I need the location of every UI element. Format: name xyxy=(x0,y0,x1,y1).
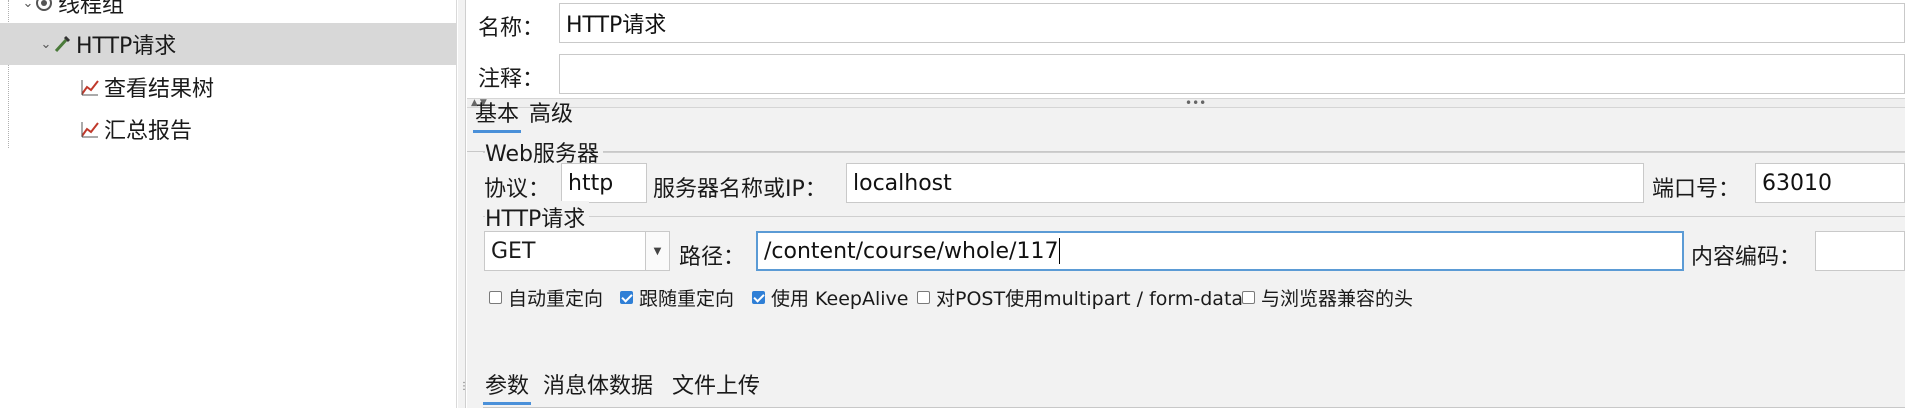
checkbox-label: 使用 KeepAlive xyxy=(771,288,909,310)
chevron-down-icon[interactable]: ⌄ xyxy=(40,37,52,52)
tree-item-label: 汇总报告 xyxy=(104,119,193,144)
checkbox-label: 对POST使用multipart / form-data xyxy=(936,288,1244,310)
http-request-group-rule xyxy=(483,216,1905,217)
checkbox-box[interactable] xyxy=(620,291,633,304)
tree-item-label: 查看结果树 xyxy=(104,77,215,102)
tab-body-data[interactable]: 消息体数据 xyxy=(543,368,653,400)
tab-parameters[interactable]: 参数 xyxy=(483,368,532,405)
path-value: /content/course/whole/117 xyxy=(764,238,1059,264)
config-area: 基本 高级 Web服务器 协议： http 服务器名称或IP： localhos… xyxy=(467,102,1905,408)
protocol-field[interactable]: http xyxy=(561,163,647,203)
server-name-label: 服务器名称或IP： xyxy=(653,177,827,202)
split-divider[interactable]: ▲▼ ••• xyxy=(467,96,1905,110)
comment-label: 注释： xyxy=(478,67,545,92)
tree-item-http-request[interactable]: ⌄ HTTP请求 xyxy=(0,23,456,65)
tree-item-summary-report[interactable]: 汇总报告 xyxy=(80,108,192,150)
checkbox-follow-redirect[interactable]: 跟随重定向 xyxy=(620,284,734,311)
checkbox-label: 与浏览器兼容的头 xyxy=(1261,288,1414,310)
method-value: GET xyxy=(491,238,536,264)
tree-item-label: 线程组 xyxy=(58,0,125,18)
chevron-down-icon[interactable]: ⌄ xyxy=(22,0,34,11)
thread-group-icon xyxy=(34,0,54,13)
server-name-field[interactable]: localhost xyxy=(846,163,1644,203)
name-field[interactable]: HTTP请求 xyxy=(559,3,1905,43)
checkbox-keepalive[interactable]: 使用 KeepAlive xyxy=(752,284,908,311)
chart-icon xyxy=(80,77,100,97)
tab-basic[interactable]: 基本 xyxy=(473,96,522,133)
port-field[interactable]: 63010 xyxy=(1755,163,1905,203)
checkbox-label: 自动重定向 xyxy=(508,288,604,310)
tab-file-upload[interactable]: 文件上传 xyxy=(672,368,760,400)
method-select[interactable]: GET ▼ xyxy=(484,231,670,271)
checkbox-label: 跟随重定向 xyxy=(639,288,735,310)
path-field[interactable]: /content/course/whole/117 xyxy=(756,231,1684,271)
checkbox-multipart[interactable]: 对POST使用multipart / form-data xyxy=(917,284,1243,311)
tree-item-view-results-tree[interactable]: 查看结果树 xyxy=(80,66,214,108)
tree-item-label: HTTP请求 xyxy=(76,34,177,59)
test-plan-tree: ⌄ 线程组 ⌄ HTTP请求 查看结果树 汇总报告 xyxy=(0,0,457,408)
name-label: 名称： xyxy=(478,16,545,41)
tab-advanced[interactable]: 高级 xyxy=(529,96,573,128)
content-encoding-label: 内容编码： xyxy=(1691,245,1802,270)
port-label: 端口号： xyxy=(1652,177,1741,202)
checkbox-box[interactable] xyxy=(752,291,765,304)
pipette-icon xyxy=(52,34,72,54)
tree-item-thread-group[interactable]: ⌄ 线程组 xyxy=(22,0,124,24)
checkbox-box[interactable] xyxy=(917,291,930,304)
checkbox-browser-headers[interactable]: 与浏览器兼容的头 xyxy=(1242,284,1413,311)
checkbox-auto-redirect[interactable]: 自动重定向 xyxy=(489,284,603,311)
comment-field[interactable] xyxy=(559,54,1905,94)
content-encoding-field[interactable] xyxy=(1815,231,1905,271)
http-request-title: HTTP请求 xyxy=(485,201,590,233)
path-label: 路径： xyxy=(679,245,746,270)
checkbox-box[interactable] xyxy=(1242,291,1255,304)
checkbox-box[interactable] xyxy=(489,291,502,304)
http-request-panel: 名称： HTTP请求 注释： ▲▼ ••• 基本 高级 Web服务器 协议： h… xyxy=(467,0,1905,408)
dropdown-arrow-icon[interactable]: ▼ xyxy=(645,232,669,270)
protocol-label: 协议： xyxy=(484,177,551,202)
chart-icon xyxy=(80,119,100,139)
text-caret xyxy=(1059,238,1061,264)
web-server-group-rule xyxy=(483,152,1905,153)
pane-splitter[interactable]: ⋮ xyxy=(458,0,469,408)
